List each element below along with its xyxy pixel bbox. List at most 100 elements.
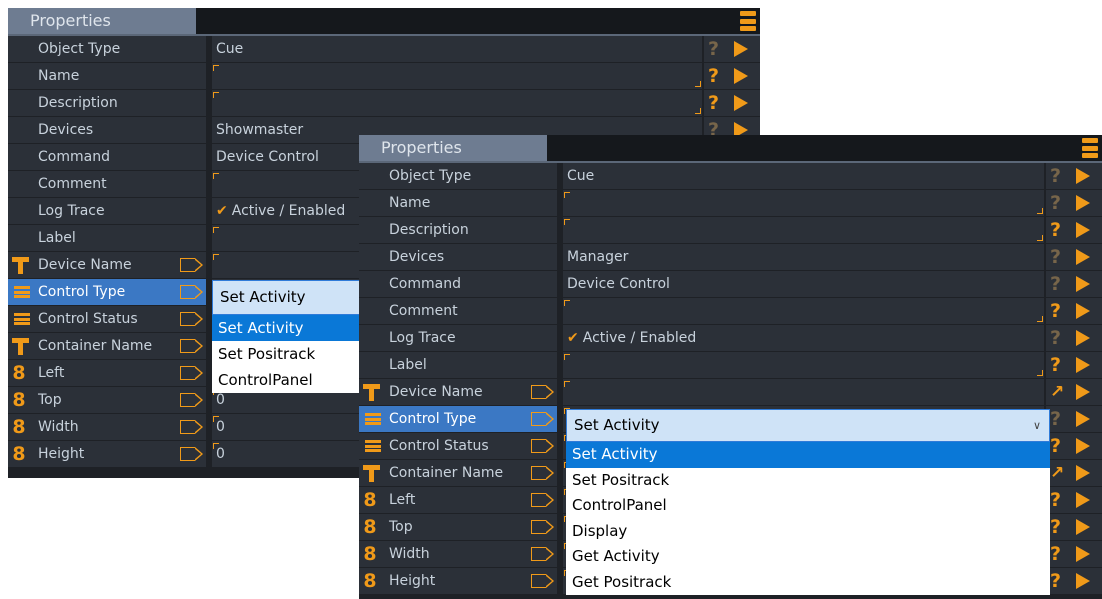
play-icon[interactable]: [1076, 357, 1090, 373]
help-icon[interactable]: ?: [708, 91, 719, 115]
link-tag-icon[interactable]: [531, 547, 554, 561]
play-icon[interactable]: [734, 68, 748, 84]
dropdown-option-set-activity[interactable]: Set Activity: [212, 315, 360, 341]
play-icon[interactable]: [1076, 519, 1090, 535]
menu-icon[interactable]: [740, 11, 756, 31]
play-icon[interactable]: [734, 95, 748, 111]
dropdown-option-get-positrack[interactable]: Get Positrack: [566, 570, 1050, 596]
control-type-dropdown[interactable]: Set Activity ∨ Set Activity Set Positrack Co…: [566, 409, 1050, 595]
property-value-field[interactable]: [563, 217, 1044, 243]
help-icon[interactable]: ?: [1050, 191, 1061, 215]
property-value-field[interactable]: [563, 379, 1044, 405]
property-value-field[interactable]: [563, 298, 1044, 324]
menu-icon[interactable]: [1082, 138, 1098, 158]
play-icon[interactable]: [1076, 411, 1090, 427]
link-tag-icon[interactable]: [180, 312, 203, 326]
chevron-down-icon[interactable]: ∨: [1033, 410, 1041, 441]
help-icon[interactable]: ?: [1050, 569, 1061, 593]
help-icon[interactable]: ?: [1050, 218, 1061, 242]
link-tag-icon[interactable]: [531, 439, 554, 453]
help-icon[interactable]: ?: [1050, 407, 1061, 431]
help-icon[interactable]: ?: [1050, 353, 1061, 377]
wand-icon[interactable]: ↗: [1050, 461, 1064, 485]
link-tag-icon[interactable]: [531, 466, 554, 480]
property-value-field[interactable]: Cue: [212, 36, 702, 62]
link-tag-icon[interactable]: [180, 339, 203, 353]
property-label-cell: 8 Top: [359, 514, 557, 540]
dropdown-combo[interactable]: Set Activity ∨: [566, 409, 1050, 442]
property-row-comment[interactable]: Comment?: [359, 298, 1102, 324]
property-value-field[interactable]: Cue: [563, 163, 1044, 189]
play-icon[interactable]: [1076, 546, 1090, 562]
play-icon[interactable]: [1076, 384, 1090, 400]
property-value-field[interactable]: [563, 190, 1044, 216]
checkbox-check-icon[interactable]: ✔: [567, 330, 579, 346]
help-icon[interactable]: ?: [1050, 299, 1061, 323]
help-icon[interactable]: ?: [1050, 245, 1061, 269]
dropdown-option-controlpanel[interactable]: ControlPanel: [566, 493, 1050, 519]
link-tag-icon[interactable]: [180, 258, 203, 272]
field-corner-mark: [564, 381, 570, 387]
help-icon[interactable]: ?: [1050, 434, 1061, 458]
link-tag-icon[interactable]: [180, 285, 203, 299]
dropdown-option-set-positrack[interactable]: Set Positrack: [566, 468, 1050, 494]
play-icon[interactable]: [1076, 195, 1090, 211]
property-row-device-name[interactable]: Device Name ↗: [359, 379, 1102, 405]
play-icon[interactable]: [1076, 276, 1090, 292]
dropdown-option-get-activity[interactable]: Get Activity: [566, 544, 1050, 570]
help-icon[interactable]: ?: [1050, 272, 1061, 296]
link-tag-icon[interactable]: [180, 447, 203, 461]
link-tag-icon[interactable]: [180, 366, 203, 380]
help-icon[interactable]: ?: [1050, 515, 1061, 539]
help-icon[interactable]: ?: [1050, 542, 1061, 566]
checkbox-check-icon[interactable]: ✔: [216, 203, 228, 219]
play-icon[interactable]: [1076, 303, 1090, 319]
play-icon[interactable]: [1076, 249, 1090, 265]
link-tag-icon[interactable]: [531, 385, 554, 399]
wand-icon[interactable]: ↗: [1050, 380, 1064, 404]
play-icon[interactable]: [1076, 330, 1090, 346]
property-row-object-type[interactable]: Object Type Cue?: [8, 36, 760, 62]
dropdown-option-set-positrack[interactable]: Set Positrack: [212, 341, 360, 367]
play-icon[interactable]: [734, 41, 748, 57]
property-row-name[interactable]: Name?: [359, 190, 1102, 216]
help-icon[interactable]: ?: [708, 64, 719, 88]
property-row-object-type[interactable]: Object Type Cue?: [359, 163, 1102, 189]
link-tag-icon[interactable]: [180, 420, 203, 434]
help-icon[interactable]: ?: [1050, 488, 1061, 512]
link-tag-icon[interactable]: [531, 493, 554, 507]
help-icon[interactable]: ?: [1050, 326, 1061, 350]
help-icon[interactable]: ?: [708, 37, 719, 61]
help-icon[interactable]: ?: [1050, 164, 1061, 188]
link-tag-icon[interactable]: [531, 574, 554, 588]
dropdown-option-display[interactable]: Display: [566, 519, 1050, 545]
row-actions: ?: [1046, 217, 1102, 243]
property-row-description[interactable]: Description?: [8, 90, 760, 116]
link-tag-icon[interactable]: [180, 393, 203, 407]
play-icon[interactable]: [1076, 573, 1090, 589]
property-value-field[interactable]: [212, 90, 702, 116]
property-row-devices[interactable]: Devices Manager?: [359, 244, 1102, 270]
property-row-name[interactable]: Name?: [8, 63, 760, 89]
play-icon[interactable]: [1076, 222, 1090, 238]
play-icon[interactable]: [1076, 465, 1090, 481]
property-value-field[interactable]: [212, 63, 702, 89]
property-value-field[interactable]: Manager: [563, 244, 1044, 270]
field-corner-mark: [564, 192, 570, 198]
control-type-dropdown[interactable]: Set Activity Set Activity Set Positrack Con…: [212, 280, 360, 393]
link-tag-icon[interactable]: [531, 412, 554, 426]
play-icon[interactable]: [1076, 438, 1090, 454]
play-icon[interactable]: [1076, 168, 1090, 184]
play-icon[interactable]: [1076, 492, 1090, 508]
dropdown-combo[interactable]: Set Activity: [212, 280, 360, 315]
dropdown-option-controlpanel[interactable]: ControlPanel: [212, 367, 360, 393]
property-row-label[interactable]: Label?: [359, 352, 1102, 378]
link-tag-icon[interactable]: [531, 520, 554, 534]
property-value-field[interactable]: Device Control: [563, 271, 1044, 297]
dropdown-option-set-activity[interactable]: Set Activity: [566, 442, 1050, 468]
property-row-command[interactable]: Command Device Control?: [359, 271, 1102, 297]
property-row-log-trace[interactable]: Log Trace ✔Active / Enabled?: [359, 325, 1102, 351]
property-row-description[interactable]: Description?: [359, 217, 1102, 243]
property-value-field[interactable]: [563, 352, 1044, 378]
property-value-field[interactable]: ✔ Active / Enabled: [563, 325, 1044, 351]
